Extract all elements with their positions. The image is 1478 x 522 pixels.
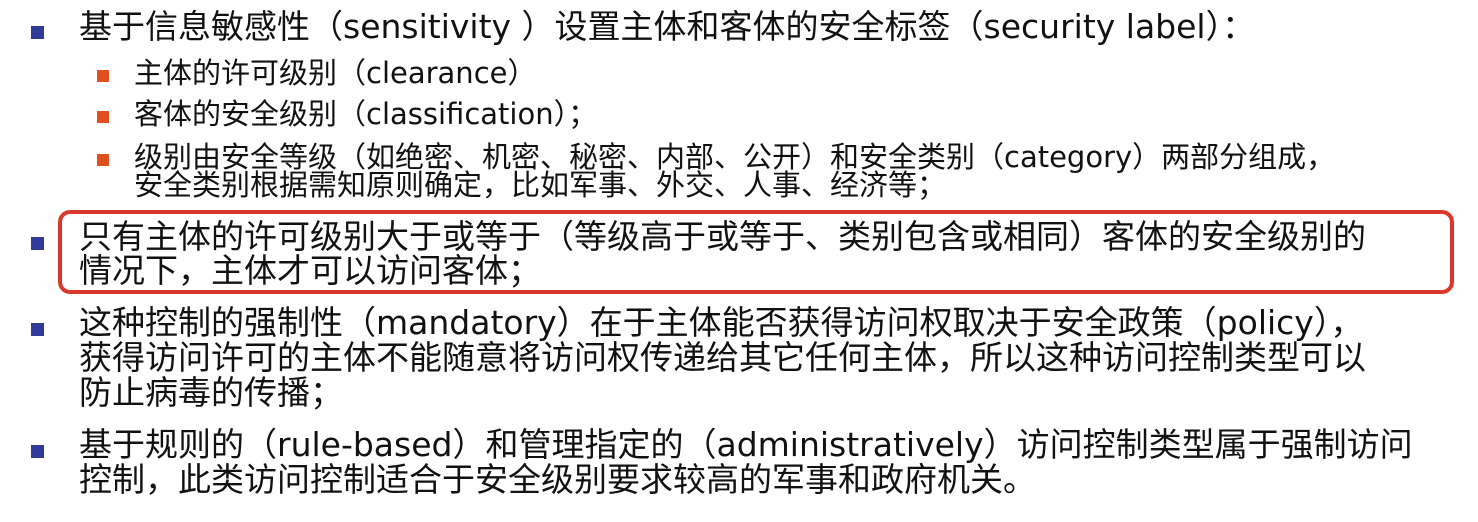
bullet-item-1-line-1: 基于信息敏感性（sensitivity ）设置主体和客体的安全标签（securi… — [79, 7, 1256, 46]
bullet-item-4-line-2: 控制，此类访问控制适合于安全级别要求较高的军事和政府机关。 — [79, 460, 1036, 499]
square-bullet-icon — [97, 70, 109, 82]
bullet-item-2-line-1: 只有主体的许可级别大于或等于（等级高于或等于、类别包含或相同）客体的安全级别的 — [79, 217, 1366, 256]
bullet-item-3-line-2: 获得访问许可的主体不能随意将访问权传递给其它任何主体，所以这种访问控制类型可以 — [79, 338, 1366, 377]
sub-bullet-item-3-line-2: 安全类别根据需知原则确定，比如军事、外交、人事、经济等； — [134, 168, 947, 202]
square-bullet-icon — [97, 111, 109, 123]
bullet-item-2-line-2: 情况下，主体才可以访问客体； — [79, 251, 541, 290]
square-bullet-icon — [31, 323, 44, 336]
sub-bullet-item-2-line-1: 客体的安全级别（classification）； — [134, 97, 598, 131]
square-bullet-icon — [97, 154, 109, 166]
sub-bullet-item-1-line-1: 主体的许可级别（clearance） — [134, 56, 537, 90]
bullet-item-3-line-1: 这种控制的强制性（mandatory）在于主体能否获得访问权取决于安全政策（po… — [79, 303, 1364, 342]
square-bullet-icon — [31, 237, 44, 250]
square-bullet-icon — [31, 445, 44, 458]
bullet-item-4-line-1: 基于规则的（rule-based）和管理指定的（administratively… — [79, 425, 1413, 464]
bullet-item-3-line-3: 防止病毒的传播； — [79, 373, 343, 412]
square-bullet-icon — [31, 26, 44, 39]
